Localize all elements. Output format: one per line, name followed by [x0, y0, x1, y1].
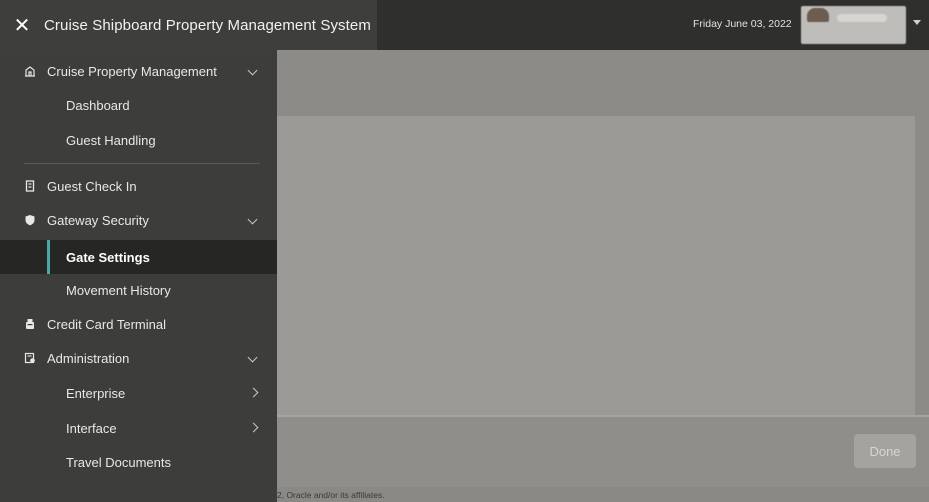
sidebar-item-label: Administration — [47, 351, 130, 366]
chevron-down-icon — [247, 214, 258, 225]
card-terminal-icon — [26, 319, 34, 329]
header-title-area: ✕ Cruise Shipboard Property Management S… — [0, 0, 377, 50]
user-name-redacted — [837, 14, 887, 22]
sidebar-item-cruise-property-management[interactable]: Cruise Property Management — [0, 54, 277, 88]
footer: 2, Oracle and/or its affiliates. — [277, 487, 929, 502]
sidebar-item-label: Travel Documents — [66, 455, 171, 470]
sidebar-item-movement-history[interactable]: Movement History — [0, 273, 277, 307]
sidebar-item-label: Interface — [66, 421, 117, 436]
user-profile[interactable] — [801, 6, 906, 44]
avatar — [807, 8, 829, 22]
sidebar-nav: Cruise Property Management Dashboard Gue… — [0, 50, 277, 502]
sidebar-item-credit-card-terminal[interactable]: Credit Card Terminal — [0, 307, 277, 341]
sidebar-item-label: Enterprise — [66, 386, 126, 401]
sidebar-item-interface[interactable]: Interface — [0, 411, 277, 445]
active-indicator — [47, 240, 50, 274]
caret-down-icon[interactable] — [913, 20, 921, 25]
chevron-down-icon — [247, 352, 258, 363]
sidebar-item-label: Guest Handling — [66, 133, 156, 148]
sidebar-item-guest-check-in[interactable]: Guest Check In — [0, 169, 277, 203]
done-button[interactable]: Done — [854, 434, 916, 468]
app-title: Cruise Shipboard Property Management Sys… — [44, 16, 371, 34]
content-action-bar — [277, 417, 929, 487]
badge-icon — [25, 180, 35, 192]
sidebar-divider — [24, 163, 260, 164]
sidebar-item-label: Gateway Security — [47, 213, 149, 228]
chevron-right-icon — [248, 422, 259, 433]
copyright-text: 2, Oracle and/or its affiliates. — [277, 490, 385, 500]
close-icon[interactable]: ✕ — [0, 0, 44, 50]
sidebar-item-label: Dashboard — [66, 98, 130, 113]
chevron-right-icon — [248, 387, 259, 398]
sidebar-item-gateway-security[interactable]: Gateway Security — [0, 203, 277, 237]
content-right-gutter — [915, 116, 929, 416]
current-date: Friday June 03, 2022 — [693, 18, 792, 30]
app-header: ✕ Cruise Shipboard Property Management S… — [0, 0, 929, 50]
sidebar-item-label: Gate Settings — [66, 250, 150, 265]
sidebar-item-label: Cruise Property Management — [47, 64, 217, 79]
sidebar-item-label: Credit Card Terminal — [47, 317, 166, 332]
sidebar-item-travel-documents[interactable]: Travel Documents — [0, 445, 277, 479]
content-header-area — [277, 50, 929, 116]
sidebar-item-enterprise[interactable]: Enterprise — [0, 376, 277, 410]
sidebar-item-administration[interactable]: Administration — [0, 341, 277, 375]
admin-icon — [24, 352, 35, 364]
content-panel — [277, 116, 915, 416]
sidebar-item-guest-handling[interactable]: Guest Handling — [0, 123, 277, 157]
building-icon — [25, 66, 35, 77]
sidebar-item-gate-settings[interactable]: Gate Settings — [0, 240, 277, 274]
chevron-down-icon — [247, 65, 258, 76]
sidebar-item-dashboard[interactable]: Dashboard — [0, 88, 277, 122]
sidebar-item-label: Movement History — [66, 283, 171, 298]
shield-icon — [25, 215, 35, 226]
sidebar-item-label: Guest Check In — [47, 179, 137, 194]
